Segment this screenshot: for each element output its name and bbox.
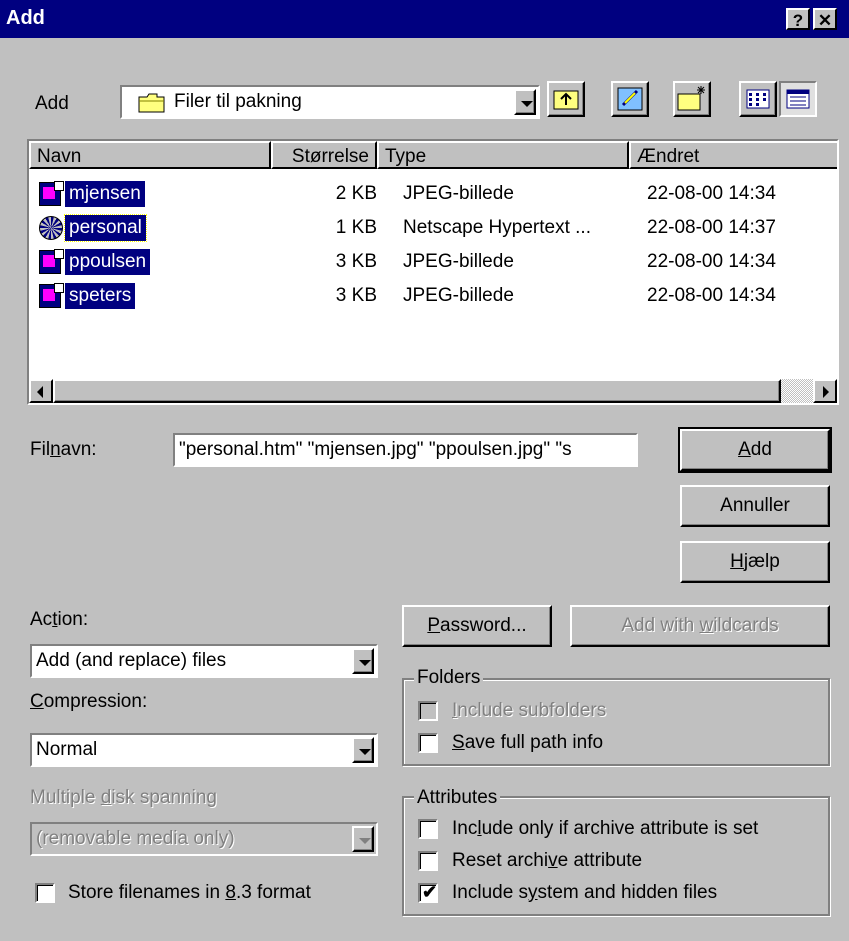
reset-archive-label[interactable]: Reset archive attribute [452,849,642,873]
include-subfolders-label: Include subfolders [452,700,607,721]
file-name: ppoulsen [65,249,151,275]
scroll-right-button[interactable] [813,379,837,403]
html-file-icon [39,216,63,240]
location-label: Add [35,93,69,114]
file-size: 3 KB [335,285,377,306]
file-type: JPEG-billede [403,183,514,204]
column-header-size[interactable]: Størrelse [271,141,377,169]
file-row[interactable]: mjensen 2 KB JPEG-billede 22-08-00 14:34 [29,177,829,211]
up-folder-icon [553,90,579,110]
attributes-group-title: Attributes [414,787,501,809]
help-button[interactable]: Hjælp [680,541,830,583]
details-view-button[interactable] [779,81,817,117]
file-name: personal [64,214,147,242]
list-view-button[interactable] [739,81,777,117]
add-with-wildcards-button: Add with wildcards [570,605,830,647]
store83-checkbox[interactable] [35,883,55,903]
compression-select[interactable]: Normal [30,733,378,767]
file-type: JPEG-billede [403,251,514,272]
file-row[interactable]: speters 3 KB JPEG-billede 22-08-00 14:34 [29,279,829,313]
file-row[interactable]: ppoulsen 3 KB JPEG-billede 22-08-00 14:3… [29,245,829,279]
column-header-name[interactable]: Navn [29,141,271,169]
list-view-icon [746,89,770,109]
save-path-label[interactable]: Save full path info [452,731,603,755]
jpeg-file-icon [39,181,64,206]
filename-label: Filnavn: [30,439,97,460]
file-list[interactable]: Navn Størrelse Type Ændret mjensen 2 KB … [27,139,839,405]
horizontal-scrollbar[interactable] [29,379,837,403]
file-modified: 22-08-00 14:34 [647,183,776,204]
action-value: Add (and replace) files [36,650,227,671]
action-label: Action: [30,609,89,630]
spanning-select: (removable media only) [30,822,378,856]
column-header-type[interactable]: Type [377,141,629,169]
reset-archive-checkbox[interactable] [418,851,438,871]
checkmark-icon: ✔ [422,882,438,902]
save-path-checkbox[interactable] [418,733,438,753]
chevron-left-icon [37,386,43,398]
filename-value: "personal.htm" "mjensen.jpg" "ppoulsen.j… [179,439,572,460]
jpeg-file-icon [39,249,64,274]
system-hidden-checkbox[interactable]: ✔ [418,882,438,903]
folder-name: Filer til pakning [174,91,302,112]
system-hidden-label[interactable]: Include system and hidden files [452,881,717,905]
password-button[interactable]: Password... [402,605,552,647]
desktop-button[interactable] [611,81,649,117]
filename-input[interactable]: "personal.htm" "mjensen.jpg" "ppoulsen.j… [173,433,638,467]
spanning-value: (removable media only) [36,828,235,849]
new-folder-icon [677,86,705,111]
include-subfolders-checkbox [418,701,438,721]
window-title: Add [6,7,45,29]
file-type: Netscape Hypertext ... [403,217,591,238]
new-folder-button[interactable] [673,81,711,117]
chevron-down-icon [352,826,374,852]
column-header-modified[interactable]: Ændret [629,141,837,169]
desktop-icon [617,87,643,111]
archive-only-checkbox[interactable] [418,819,438,839]
file-name: speters [65,283,136,309]
folder-icon [138,93,166,113]
compression-label: Compression: [30,691,148,712]
file-size: 1 KB [335,217,377,238]
chevron-down-icon[interactable] [514,89,536,115]
jpeg-file-icon [39,283,64,308]
folders-group-title: Folders [414,667,484,689]
close-title-button[interactable]: ✕ [813,8,837,30]
chevron-down-icon[interactable] [352,737,374,763]
folder-combobox[interactable]: Filer til pakning [120,85,540,119]
file-modified: 22-08-00 14:34 [647,251,776,272]
chevron-right-icon [823,386,829,398]
cancel-button[interactable]: Annuller [680,485,830,527]
file-row[interactable]: personal 1 KB Netscape Hypertext ... 22-… [29,211,829,245]
up-folder-button[interactable] [547,81,585,117]
details-view-icon [786,89,810,109]
chevron-down-icon[interactable] [352,648,374,674]
file-name: mjensen [65,181,145,207]
file-modified: 22-08-00 14:34 [647,285,776,306]
scroll-thumb[interactable] [53,379,781,403]
compression-value: Normal [36,739,98,760]
action-select[interactable]: Add (and replace) files [30,644,378,678]
file-size: 3 KB [335,251,377,272]
store83-label[interactable]: Store filenames in 8.3 format [68,881,311,905]
spanning-label: Multiple disk spanning [30,787,217,808]
file-type: JPEG-billede [403,285,514,306]
help-title-button[interactable]: ? [786,8,810,30]
title-bar: Add ? ✕ [0,0,849,38]
scroll-left-button[interactable] [29,379,53,403]
add-button[interactable]: Add [678,427,832,473]
file-modified: 22-08-00 14:37 [647,217,776,238]
archive-only-label[interactable]: Include only if archive attribute is set [452,817,758,841]
file-size: 2 KB [335,183,377,204]
